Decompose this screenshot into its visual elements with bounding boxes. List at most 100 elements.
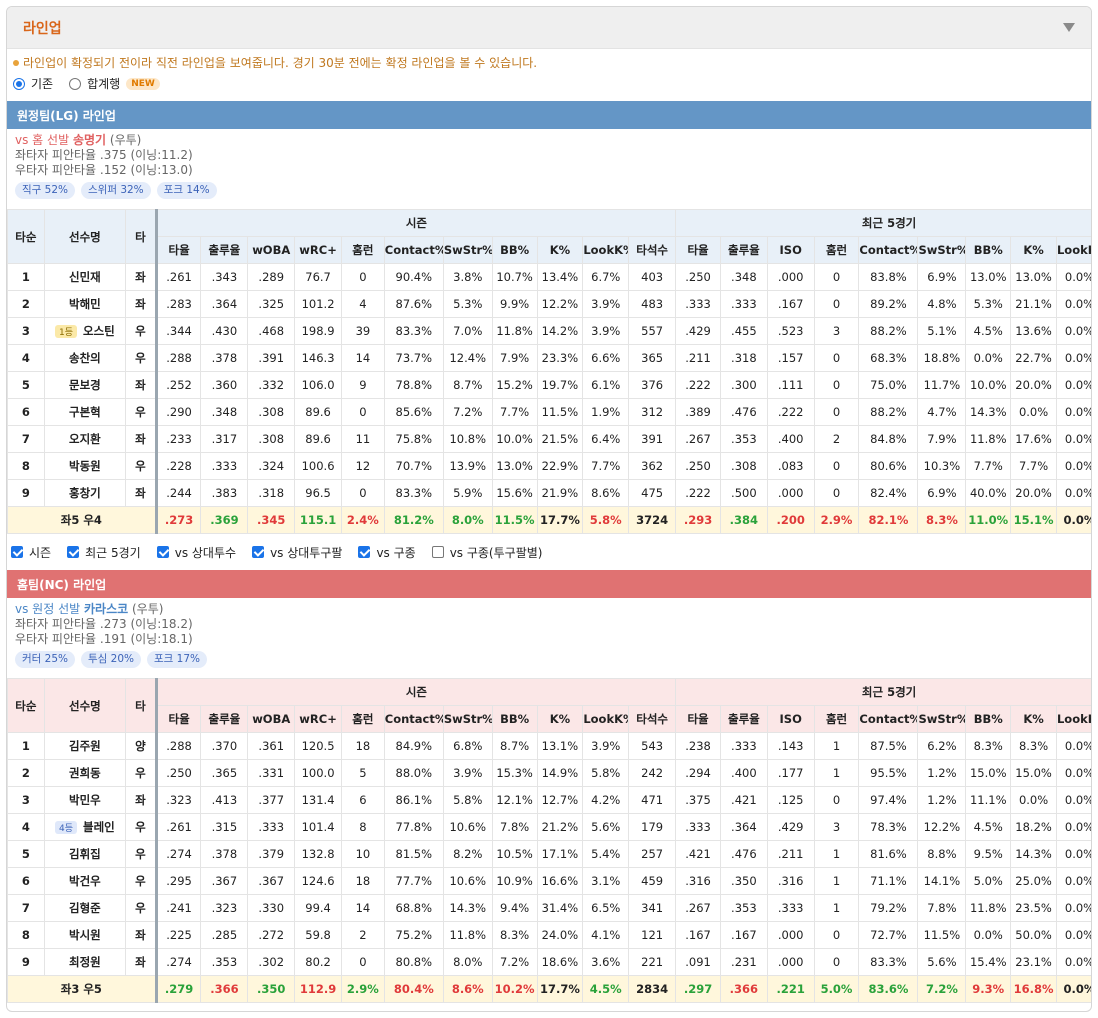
col-recent-stat[interactable]: 타율 <box>675 236 721 264</box>
radio-basic[interactable] <box>13 77 25 90</box>
player-name-cell[interactable]: 김주원 <box>43 732 127 760</box>
col-recent-stat[interactable]: 출루율 <box>719 236 768 264</box>
player-name-cell[interactable]: 박동원 <box>43 452 127 480</box>
col-season-stat[interactable]: 출루율 <box>200 705 249 733</box>
player-name[interactable]: 박시원 <box>69 928 101 942</box>
player-name[interactable]: 오스틴 <box>83 324 115 338</box>
filter-checkbox[interactable] <box>252 546 265 558</box>
col-recent-stat[interactable]: BB% <box>965 705 1012 733</box>
col-season-stat[interactable]: BB% <box>491 236 538 264</box>
player-name[interactable]: 블레인 <box>83 820 115 834</box>
player-name[interactable]: 박민우 <box>69 793 101 807</box>
filter-checkbox[interactable] <box>358 546 371 558</box>
player-name[interactable]: 김휘집 <box>69 847 101 861</box>
col-season-stat[interactable]: 타율 <box>154 705 202 733</box>
player-name[interactable]: 홍창기 <box>69 486 101 500</box>
player-name-cell[interactable]: 김형준 <box>43 894 127 922</box>
filter-label[interactable]: 최근 5경기 <box>85 544 141 561</box>
filter-label[interactable]: vs 구종 <box>376 544 415 561</box>
panel-header[interactable]: 라인업 <box>7 7 1091 49</box>
col-season-stat[interactable]: 홈런 <box>341 705 385 733</box>
player-name[interactable]: 구본혁 <box>69 405 101 419</box>
col-season-stat[interactable]: 홈런 <box>341 236 385 264</box>
filter-label[interactable]: 시즌 <box>29 544 51 561</box>
player-name-cell[interactable]: 박해민 <box>43 290 127 318</box>
col-recent-stat[interactable]: Contact% <box>858 236 919 264</box>
col-recent-stat[interactable]: 홈런 <box>813 705 860 733</box>
radio-sum-row-label[interactable]: 합계행 <box>87 75 120 92</box>
col-recent-stat[interactable]: LookK% <box>1055 236 1091 264</box>
player-name[interactable]: 송찬의 <box>69 351 101 365</box>
player-name-cell[interactable]: 4등 블레인 <box>43 813 127 841</box>
col-season-stat[interactable]: 타석수 <box>628 705 677 733</box>
player-name-cell[interactable]: 송찬의 <box>43 344 127 372</box>
col-recent-stat[interactable]: 타율 <box>675 705 721 733</box>
col-season-stat[interactable]: 출루율 <box>200 236 249 264</box>
player-name[interactable]: 김형준 <box>69 901 101 915</box>
season-stat: 8.7% <box>442 371 493 399</box>
player-name-cell[interactable]: 구본혁 <box>43 398 127 426</box>
col-recent-stat[interactable]: K% <box>1010 236 1057 264</box>
total-season-stat: 10.2% <box>491 975 538 1003</box>
player-name-cell[interactable]: 홍창기 <box>43 479 127 507</box>
col-season-stat[interactable]: wOBA <box>247 705 296 733</box>
col-season-stat[interactable]: BB% <box>491 705 538 733</box>
col-season-stat[interactable]: SwStr% <box>442 236 493 264</box>
player-name-cell[interactable]: 박민우 <box>43 786 127 814</box>
col-season-stat[interactable]: 타율 <box>154 236 202 264</box>
col-season-stat[interactable]: LookK% <box>582 705 630 733</box>
away-pitcher-name[interactable]: 송명기 <box>73 133 106 147</box>
col-season-stat[interactable]: K% <box>536 705 584 733</box>
col-recent-stat[interactable]: 홈런 <box>813 236 860 264</box>
col-recent-stat[interactable]: 출루율 <box>719 705 768 733</box>
player-name-cell[interactable]: 신민재 <box>43 263 127 291</box>
col-recent-stat[interactable]: SwStr% <box>917 236 967 264</box>
player-name-cell[interactable]: 최정원 <box>43 948 127 976</box>
player-name[interactable]: 오지환 <box>69 432 101 446</box>
col-recent-stat[interactable]: LookK% <box>1055 705 1091 733</box>
radio-sum-row[interactable] <box>69 77 82 90</box>
season-stat: 21.2% <box>536 813 584 841</box>
collapse-triangle-icon[interactable] <box>1063 23 1075 32</box>
player-name-cell[interactable]: 김휘집 <box>43 840 127 868</box>
col-season-stat[interactable]: K% <box>536 236 584 264</box>
col-season-stat[interactable]: wOBA <box>247 236 296 264</box>
filter-checkbox[interactable] <box>431 546 444 558</box>
col-recent-stat[interactable]: ISO <box>766 236 815 264</box>
player-name[interactable]: 김주원 <box>69 739 101 753</box>
col-season-stat[interactable]: wRC+ <box>294 236 342 264</box>
player-name-cell[interactable]: 1등 오스틴 <box>43 317 127 345</box>
filter-checkbox[interactable] <box>156 546 169 558</box>
player-name-cell[interactable]: 오지환 <box>43 425 127 453</box>
col-season-stat[interactable]: Contact% <box>383 236 444 264</box>
filter-label[interactable]: vs 구종(투구팔별) <box>450 544 543 561</box>
player-name-cell[interactable]: 박건우 <box>43 867 127 895</box>
col-season-stat[interactable]: Contact% <box>383 705 444 733</box>
player-name[interactable]: 박동원 <box>69 459 101 473</box>
filter-label[interactable]: vs 상대투수 <box>175 544 236 561</box>
player-name[interactable]: 권희동 <box>69 766 101 780</box>
col-season-stat[interactable]: 타석수 <box>628 236 677 264</box>
col-recent-stat[interactable]: Contact% <box>858 705 919 733</box>
player-name[interactable]: 최정원 <box>69 955 101 969</box>
col-recent-stat[interactable]: BB% <box>965 236 1012 264</box>
col-recent-stat[interactable]: ISO <box>766 705 815 733</box>
col-season-stat[interactable]: LookK% <box>582 236 630 264</box>
player-name[interactable]: 신민재 <box>69 270 101 284</box>
col-season-stat[interactable]: SwStr% <box>442 705 493 733</box>
total-season-stat: 80.4% <box>383 975 444 1003</box>
col-season-stat[interactable]: wRC+ <box>294 705 342 733</box>
player-name-cell[interactable]: 권희동 <box>43 759 127 787</box>
player-name-cell[interactable]: 박시원 <box>43 921 127 949</box>
filter-checkbox[interactable] <box>11 546 23 558</box>
player-name[interactable]: 문보경 <box>69 378 101 392</box>
col-recent-stat[interactable]: SwStr% <box>917 705 967 733</box>
home-pitcher-name[interactable]: 카라스코 <box>84 602 128 616</box>
col-recent-stat[interactable]: K% <box>1010 705 1057 733</box>
filter-label[interactable]: vs 상대투구팔 <box>270 544 342 561</box>
radio-basic-label[interactable]: 기존 <box>31 75 53 92</box>
player-name[interactable]: 박해민 <box>69 297 101 311</box>
player-name-cell[interactable]: 문보경 <box>43 371 127 399</box>
filter-checkbox[interactable] <box>67 546 80 558</box>
player-name[interactable]: 박건우 <box>69 874 101 888</box>
